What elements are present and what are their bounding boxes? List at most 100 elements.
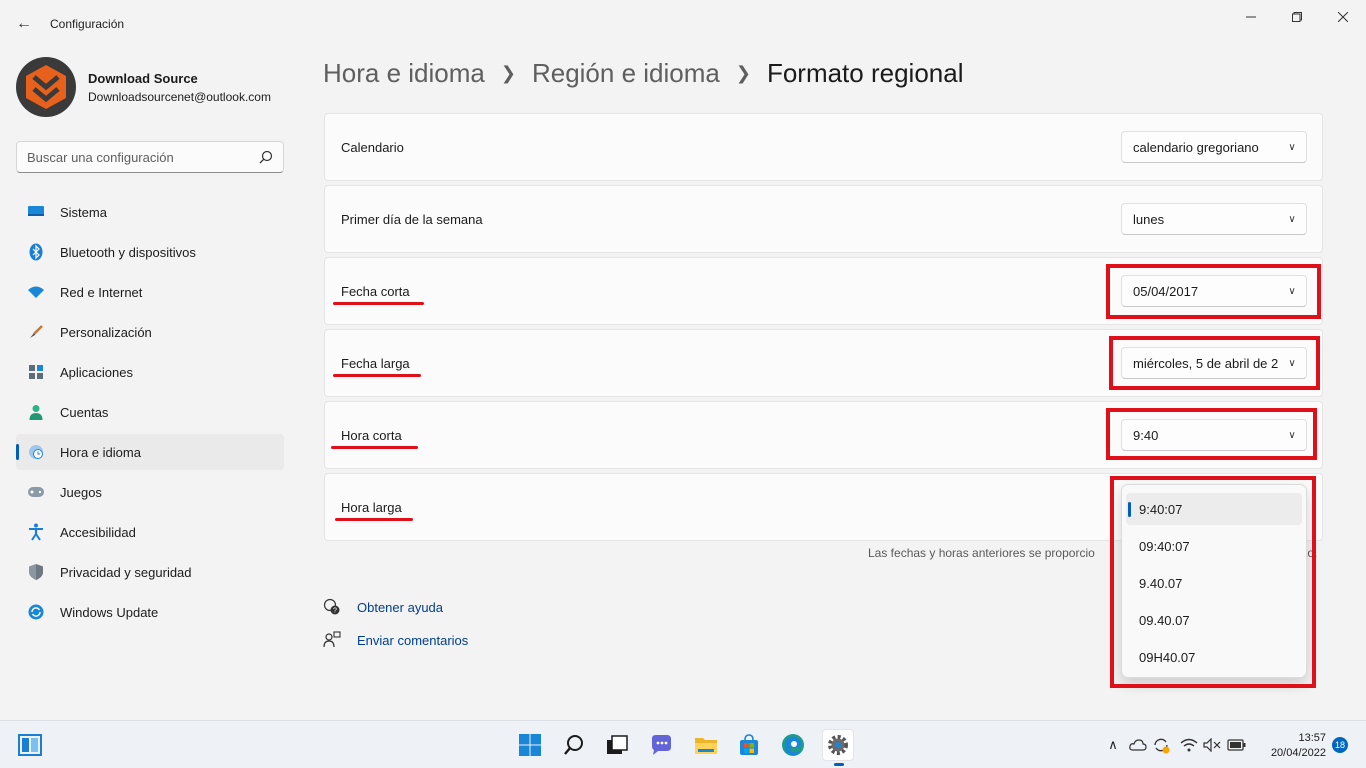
clock-time: 13:57 <box>1298 732 1326 744</box>
battery-tray-icon[interactable] <box>1226 735 1248 755</box>
widgets-icon <box>18 734 42 756</box>
sidebar-item-label: Cuentas <box>60 404 109 420</box>
close-icon <box>1338 12 1348 22</box>
settings-taskbar-button[interactable] <box>822 729 854 761</box>
sidebar-item-label: Privacidad y seguridad <box>60 564 192 580</box>
arrow-left-icon: ← <box>16 15 32 32</box>
monitor-icon <box>27 203 45 221</box>
person-icon <box>27 403 45 421</box>
user-profile[interactable]: Download Source Downloadsourcenet@outloo… <box>16 57 271 117</box>
download-source-logo-icon <box>26 65 66 109</box>
annotation-box <box>1106 408 1317 460</box>
brush-icon <box>27 323 45 341</box>
search-box[interactable] <box>16 141 284 173</box>
notification-badge[interactable]: 18 <box>1332 737 1348 753</box>
sidebar-item-label: Personalización <box>60 324 152 340</box>
breadcrumb-hora-idioma[interactable]: Hora e idioma <box>323 58 485 89</box>
sync-icon <box>1154 738 1170 754</box>
sidebar-item-privacidad[interactable]: Privacidad y seguridad <box>16 554 284 590</box>
annotation-box <box>1110 476 1316 688</box>
dropdown-value: lunes <box>1133 211 1165 227</box>
primer-dia-dropdown[interactable]: lunes ∨ <box>1121 203 1307 235</box>
breadcrumb-region-idioma[interactable]: Región e idioma <box>532 58 720 89</box>
folder-icon <box>695 738 717 754</box>
sidebar-item-label: Bluetooth y dispositivos <box>60 244 196 260</box>
sidebar-item-juegos[interactable]: Juegos <box>16 474 284 510</box>
note-text-start: Las fechas y horas anteriores se proporc… <box>868 546 1095 560</box>
setting-label: Fecha corta <box>341 284 410 299</box>
speaker-muted-icon <box>1203 738 1221 752</box>
active-app-indicator <box>834 763 844 766</box>
sidebar-item-label: Windows Update <box>60 604 159 620</box>
sidebar-item-cuentas[interactable]: Cuentas <box>16 394 284 430</box>
maximize-button[interactable] <box>1274 6 1320 28</box>
sidebar-item-bluetooth[interactable]: Bluetooth y dispositivos <box>16 234 284 270</box>
maximize-icon <box>1292 12 1302 22</box>
search-icon <box>259 150 273 164</box>
store-button[interactable] <box>733 729 765 761</box>
task-view-icon <box>607 735 628 754</box>
sidebar-item-accesibilidad[interactable]: Accesibilidad <box>16 514 284 550</box>
sidebar-item-label: Juegos <box>60 484 102 500</box>
teams-chat-button[interactable] <box>645 729 677 761</box>
onedrive-tray-icon[interactable] <box>1127 735 1149 755</box>
chat-icon <box>652 735 671 755</box>
chevron-up-icon: ∧ <box>1108 737 1118 752</box>
store-icon <box>740 734 758 755</box>
annotation-underline <box>333 302 424 305</box>
taskbar: ∧ 13:57 20/04/2022 18 <box>0 720 1366 768</box>
taskbar-clock[interactable]: 13:57 20/04/2022 <box>1254 731 1326 761</box>
sidebar-item-hora-idioma[interactable]: Hora e idioma <box>16 434 284 470</box>
setting-label: Hora larga <box>341 500 402 515</box>
chevron-down-icon: ∨ <box>1278 213 1306 225</box>
file-explorer-button[interactable] <box>690 729 722 761</box>
widgets-button[interactable] <box>14 729 46 761</box>
feedback-icon <box>323 631 341 649</box>
sidebar-nav: Sistema Bluetooth y dispositivos Red e I… <box>16 194 284 634</box>
help-link-text[interactable]: Obtener ayuda <box>357 600 443 615</box>
wifi-icon <box>1180 738 1198 752</box>
task-view-button[interactable] <box>601 729 633 761</box>
sidebar-item-label: Red e Internet <box>60 284 143 300</box>
sidebar-item-aplicaciones[interactable]: Aplicaciones <box>16 354 284 390</box>
accessibility-icon <box>27 523 45 541</box>
search-taskbar-button[interactable] <box>558 729 590 761</box>
sidebar-item-label: Sistema <box>60 204 107 220</box>
back-button[interactable]: ← <box>10 10 38 38</box>
search-input[interactable] <box>27 149 259 165</box>
annotation-underline <box>331 446 418 449</box>
setting-label: Fecha larga <box>341 356 410 371</box>
breadcrumb: Hora e idioma ❯ Región e idioma ❯ Format… <box>323 58 963 89</box>
chevron-right-icon: ❯ <box>500 63 516 83</box>
minimize-button[interactable] <box>1228 6 1274 28</box>
gear-icon <box>828 735 848 755</box>
svg-text:?: ? <box>333 608 337 615</box>
calendario-dropdown[interactable]: calendario gregoriano ∨ <box>1121 131 1307 163</box>
sidebar-item-sistema[interactable]: Sistema <box>16 194 284 230</box>
sidebar-item-windows-update[interactable]: Windows Update <box>16 594 284 630</box>
wifi-icon <box>27 283 45 301</box>
feedback-link-text[interactable]: Enviar comentarios <box>357 633 468 648</box>
minimize-icon <box>1246 16 1256 18</box>
profile-name: Download Source <box>88 70 198 86</box>
sidebar-item-label: Hora e idioma <box>60 444 141 460</box>
edge-icon <box>782 734 804 756</box>
network-tray-icon[interactable] <box>1178 735 1200 755</box>
apps-icon <box>27 363 45 381</box>
sidebar-item-personalizacion[interactable]: Personalización <box>16 314 284 350</box>
feedback-link[interactable]: Enviar comentarios <box>323 630 468 650</box>
sync-tray-icon[interactable] <box>1150 735 1172 755</box>
close-button[interactable] <box>1320 6 1366 28</box>
bluetooth-icon <box>27 243 45 261</box>
search-icon <box>564 735 583 755</box>
setting-label: Hora corta <box>341 428 402 443</box>
help-link[interactable]: ? Obtener ayuda <box>323 597 468 617</box>
gamepad-icon <box>27 483 45 501</box>
volume-tray-icon[interactable] <box>1201 735 1223 755</box>
edge-button[interactable] <box>777 729 809 761</box>
show-hidden-icons-button[interactable]: ∧ <box>1102 735 1124 755</box>
start-button[interactable] <box>514 729 546 761</box>
annotation-box <box>1109 336 1320 390</box>
sidebar-item-red[interactable]: Red e Internet <box>16 274 284 310</box>
chevron-right-icon: ❯ <box>735 63 751 83</box>
